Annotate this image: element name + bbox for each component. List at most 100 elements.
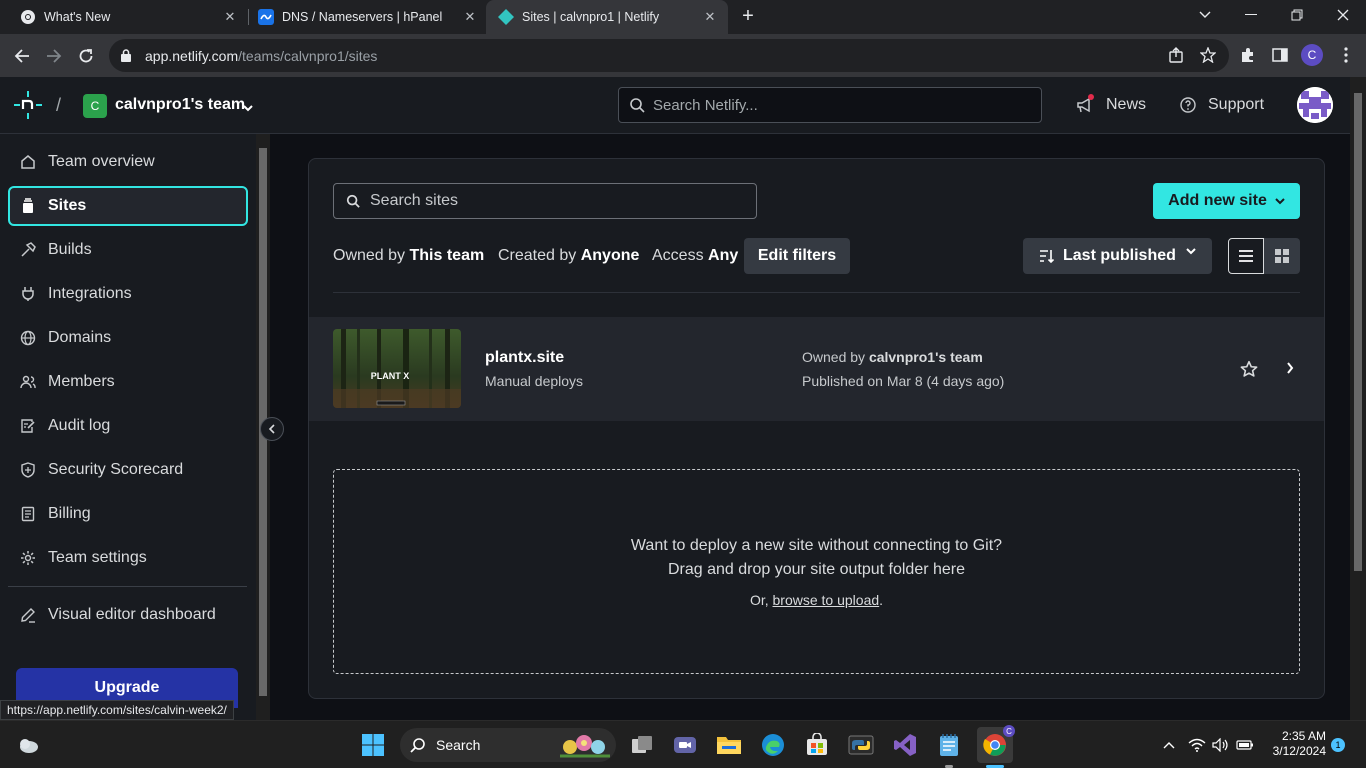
- search-highlight-flowers-icon: [560, 732, 610, 758]
- task-view-icon[interactable]: [626, 729, 658, 761]
- chrome-profile-badge: C: [1003, 725, 1015, 737]
- restore-icon[interactable]: [1274, 0, 1320, 30]
- chrome-taskbar-icon[interactable]: C: [977, 725, 1015, 763]
- new-tab-plus-icon[interactable]: +: [738, 6, 758, 27]
- file-explorer-icon[interactable]: [713, 729, 745, 761]
- address-bar[interactable]: app.netlify.com/teams/calvnpro1/sites: [109, 39, 1229, 72]
- sidebar-item-team-overview[interactable]: Team overview: [8, 142, 248, 182]
- scrollbar-thumb[interactable]: [1354, 93, 1362, 571]
- lock-icon: [121, 49, 135, 63]
- weather-icon[interactable]: [12, 729, 44, 761]
- grid-view-toggle[interactable]: [1264, 238, 1300, 274]
- wifi-icon[interactable]: [1188, 736, 1206, 754]
- extensions-puzzle-icon[interactable]: [1237, 44, 1259, 66]
- search-icon: [629, 97, 645, 113]
- tab-search-chevron-icon[interactable]: [1182, 0, 1228, 30]
- site-search-input[interactable]: [333, 183, 757, 219]
- tab-whats-new[interactable]: What's New ✕: [0, 0, 248, 34]
- sidebar: Team overview Sites Builds Integrations …: [0, 134, 256, 720]
- close-tab-icon[interactable]: ✕: [702, 9, 718, 25]
- search-placeholder: Search Netlify...: [653, 96, 758, 114]
- sidebar-item-domains[interactable]: Domains: [8, 318, 248, 358]
- reload-icon[interactable]: [73, 43, 99, 69]
- sidebar-item-integrations[interactable]: Integrations: [8, 274, 248, 314]
- tab-netlify-sites[interactable]: Sites | calvnpro1 | Netlify ✕: [486, 0, 728, 34]
- site-name-link[interactable]: plantx.site: [485, 349, 564, 367]
- sidebar-item-members[interactable]: Members: [8, 362, 248, 402]
- browser-profile-avatar[interactable]: C: [1301, 44, 1323, 66]
- site-list-item[interactable]: [309, 317, 1324, 421]
- site-search-field[interactable]: [370, 192, 730, 210]
- teams-chat-icon[interactable]: [669, 729, 701, 761]
- volume-icon[interactable]: [1212, 736, 1230, 754]
- add-new-site-button[interactable]: Add new site: [1153, 183, 1300, 219]
- chevron-right-icon[interactable]: [1286, 361, 1294, 375]
- news-link[interactable]: News: [1076, 94, 1147, 114]
- tray-overflow-chevron-icon[interactable]: [1160, 736, 1178, 754]
- sidebar-item-label: Team overview: [48, 153, 155, 170]
- chevron-down-icon[interactable]: [243, 99, 253, 117]
- team-switcher[interactable]: calvnpro1's team: [115, 96, 245, 114]
- sidebar-item-billing[interactable]: Billing: [8, 494, 248, 534]
- side-panel-icon[interactable]: [1269, 44, 1291, 66]
- sidebar-item-label: Builds: [48, 241, 92, 258]
- back-arrow-icon[interactable]: [9, 43, 35, 69]
- filter-access[interactable]: Access Any: [652, 247, 738, 265]
- share-icon[interactable]: [1165, 44, 1187, 66]
- tab-hpanel[interactable]: DNS / Nameservers | hPanel ✕: [238, 0, 488, 34]
- page-scrollbar[interactable]: [1350, 77, 1366, 720]
- list-view-toggle[interactable]: [1228, 238, 1264, 274]
- microsoft-store-icon[interactable]: [801, 729, 833, 761]
- close-tab-icon[interactable]: ✕: [462, 9, 478, 25]
- close-tab-icon[interactable]: ✕: [222, 9, 238, 25]
- divider: [333, 292, 1300, 293]
- python-icon[interactable]: [845, 729, 877, 761]
- sidebar-item-audit-log[interactable]: Audit log: [8, 406, 248, 446]
- windows-start-icon[interactable]: [357, 729, 389, 761]
- user-avatar[interactable]: [1297, 87, 1333, 123]
- filter-owned-by[interactable]: Owned by This team: [333, 247, 484, 265]
- sort-select[interactable]: Last published: [1023, 238, 1212, 274]
- system-clock[interactable]: 2:35 AM 3/12/2024: [1262, 729, 1326, 759]
- edge-browser-icon[interactable]: [757, 729, 789, 761]
- battery-icon[interactable]: [1236, 736, 1254, 754]
- site-owner-name: calvnpro1's team: [868, 349, 983, 365]
- breadcrumb-separator: /: [56, 95, 62, 115]
- sidebar-item-sites[interactable]: Sites: [8, 186, 248, 226]
- news-label: News: [1106, 96, 1147, 113]
- close-window-icon[interactable]: [1320, 0, 1366, 30]
- netlify-logo-icon[interactable]: [12, 89, 44, 121]
- status-bar-url: https://app.netlify.com/sites/calvin-wee…: [0, 700, 234, 720]
- sidebar-item-team-settings[interactable]: Team settings: [8, 538, 248, 578]
- bookmark-star-icon[interactable]: [1197, 44, 1219, 66]
- forward-arrow-icon[interactable]: [41, 43, 67, 69]
- visual-studio-icon[interactable]: [889, 729, 921, 761]
- browser-toolbar: app.netlify.com/teams/calvnpro1/sites C: [0, 34, 1366, 77]
- sidebar-item-builds[interactable]: Builds: [8, 230, 248, 270]
- search-icon: [346, 194, 360, 208]
- collapse-sidebar-button[interactable]: [260, 417, 284, 441]
- filter-created-by[interactable]: Created by Anyone: [498, 247, 639, 265]
- search-icon: [410, 737, 426, 753]
- team-avatar[interactable]: C: [83, 94, 107, 118]
- support-link[interactable]: Support: [1180, 96, 1264, 114]
- minimize-icon[interactable]: [1228, 0, 1274, 30]
- sidebar-item-security-scorecard[interactable]: Security Scorecard: [8, 450, 248, 490]
- notification-badge[interactable]: 1: [1331, 738, 1345, 752]
- tab-title: DNS / Nameservers | hPanel: [282, 10, 443, 24]
- shield-icon: [20, 462, 36, 478]
- browse-to-upload-link[interactable]: browse to upload: [773, 592, 880, 608]
- edit-filters-button[interactable]: Edit filters: [744, 238, 850, 274]
- site-thumbnail[interactable]: PLANT X: [333, 329, 461, 408]
- hpanel-icon: [258, 9, 274, 25]
- sidebar-item-label: Sites: [48, 197, 87, 214]
- taskbar-search[interactable]: Search: [400, 728, 616, 762]
- notepad-icon[interactable]: [933, 729, 965, 761]
- favorite-star-icon[interactable]: [1240, 360, 1258, 378]
- gear-icon: [20, 550, 36, 566]
- deploy-dropzone[interactable]: Want to deploy a new site without connec…: [333, 469, 1300, 674]
- sidebar-item-visual-editor[interactable]: Visual editor dashboard: [8, 595, 248, 635]
- chevron-left-icon: [268, 424, 275, 434]
- global-search-input[interactable]: Search Netlify...: [618, 87, 1042, 123]
- browser-menu-icon[interactable]: [1335, 44, 1357, 66]
